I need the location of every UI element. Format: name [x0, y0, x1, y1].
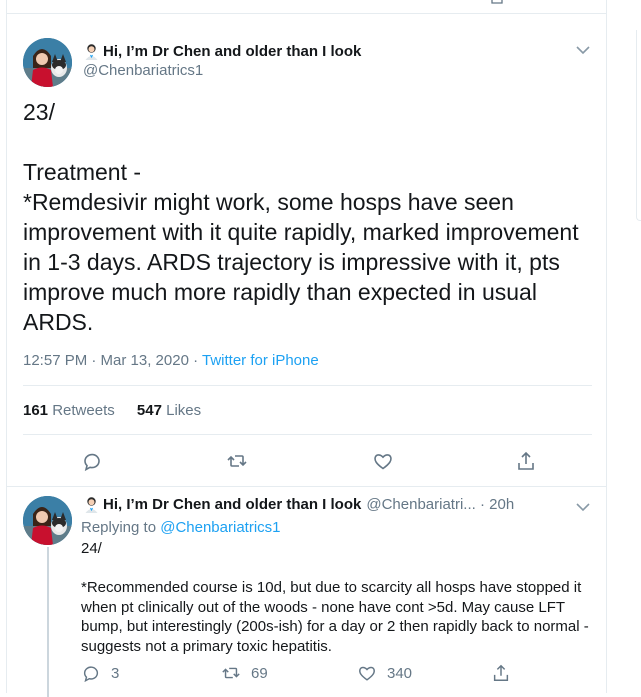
reply-author-row: Hi, I’m Dr Chen and older than I look @C… — [83, 496, 514, 513]
tweet-timestamp[interactable]: 12:57 PM · Mar 13, 2020 · — [23, 352, 202, 369]
replying-to: Replying to @Chenbariatrics1 — [81, 519, 281, 536]
author-handle[interactable]: @Chenbariatrics1 — [83, 62, 203, 79]
retweets-stat[interactable]: 161 Retweets — [23, 402, 115, 419]
tweet-source[interactable]: Twitter for iPhone — [202, 352, 319, 369]
reply-text: 24/ *Recommended course is 10d, but due … — [81, 540, 589, 655]
doctor-emoji-icon — [85, 44, 98, 60]
retweet-icon[interactable]: ⌒ — [235, 0, 245, 9]
avatar[interactable] — [23, 38, 72, 87]
author-display-name[interactable]: Hi, I’m Dr Chen and older than I look — [83, 43, 361, 60]
tweet-meta: 12:57 PM · Mar 13, 2020 · Twitter for iP… — [23, 352, 319, 369]
like-icon[interactable] — [372, 450, 394, 472]
like-icon[interactable]: ⌒ — [361, 0, 371, 9]
share-icon[interactable] — [515, 450, 537, 472]
chevron-down-icon[interactable] — [576, 499, 590, 517]
doctor-emoji-icon — [85, 497, 98, 513]
reply-action[interactable]: 3 — [81, 663, 119, 683]
share-icon[interactable] — [491, 0, 503, 4]
reply-tweet[interactable]: Hi, I’m Dr Chen and older than I look @C… — [7, 487, 606, 697]
chevron-down-icon[interactable] — [576, 42, 590, 60]
thread-line — [47, 547, 49, 697]
main-tweet: Hi, I’m Dr Chen and older than I look @C… — [7, 14, 606, 487]
reply-count: 3 — [111, 664, 120, 682]
tweet-text: 23/ Treatment - *Remdesivir might work, … — [23, 99, 579, 335]
share-icon — [493, 664, 509, 681]
divider — [23, 385, 592, 386]
retweets-label: Retweets — [52, 402, 115, 419]
display-name-text[interactable]: Hi, I’m Dr Chen and older than I look — [103, 496, 361, 513]
share-action[interactable] — [491, 663, 511, 683]
reply-icon[interactable] — [81, 450, 103, 472]
retweet-icon[interactable] — [226, 450, 248, 472]
retweet-action[interactable]: 69 — [221, 663, 268, 683]
display-name-text: Hi, I’m Dr Chen and older than I look — [103, 43, 362, 60]
reply-icon — [83, 666, 99, 683]
tweet-actions — [23, 450, 592, 472]
likes-count: 547 — [136, 402, 162, 419]
retweet-icon — [222, 667, 240, 679]
engagement-stats: 161 Retweets 547 Likes — [23, 402, 201, 419]
avatar[interactable] — [23, 496, 72, 545]
retweets-count: 161 — [23, 402, 49, 419]
previous-tweet-actions: ⌒ ⌒ ⌒ — [7, 0, 606, 14]
reply-icon[interactable]: ⌒ — [87, 0, 97, 9]
reply-handle-time[interactable]: @Chenbariatri... · 20h — [366, 496, 514, 513]
reply-actions: 3 69 340 — [81, 663, 551, 683]
like-count: 340 — [387, 664, 413, 682]
replying-to-handle[interactable]: @Chenbariatrics1 — [160, 519, 280, 536]
retweet-count: 69 — [251, 664, 268, 682]
like-action[interactable]: 340 — [357, 663, 412, 683]
likes-stat[interactable]: 547 Likes — [137, 402, 201, 419]
like-icon — [359, 666, 375, 681]
likes-label: Likes — [166, 402, 202, 419]
divider — [23, 434, 592, 435]
sidebar-edge — [636, 30, 641, 221]
replying-to-prefix: Replying to — [81, 519, 161, 536]
timeline: ⌒ ⌒ ⌒ Hi, I’m Dr Chen and older than I l… — [6, 0, 607, 697]
